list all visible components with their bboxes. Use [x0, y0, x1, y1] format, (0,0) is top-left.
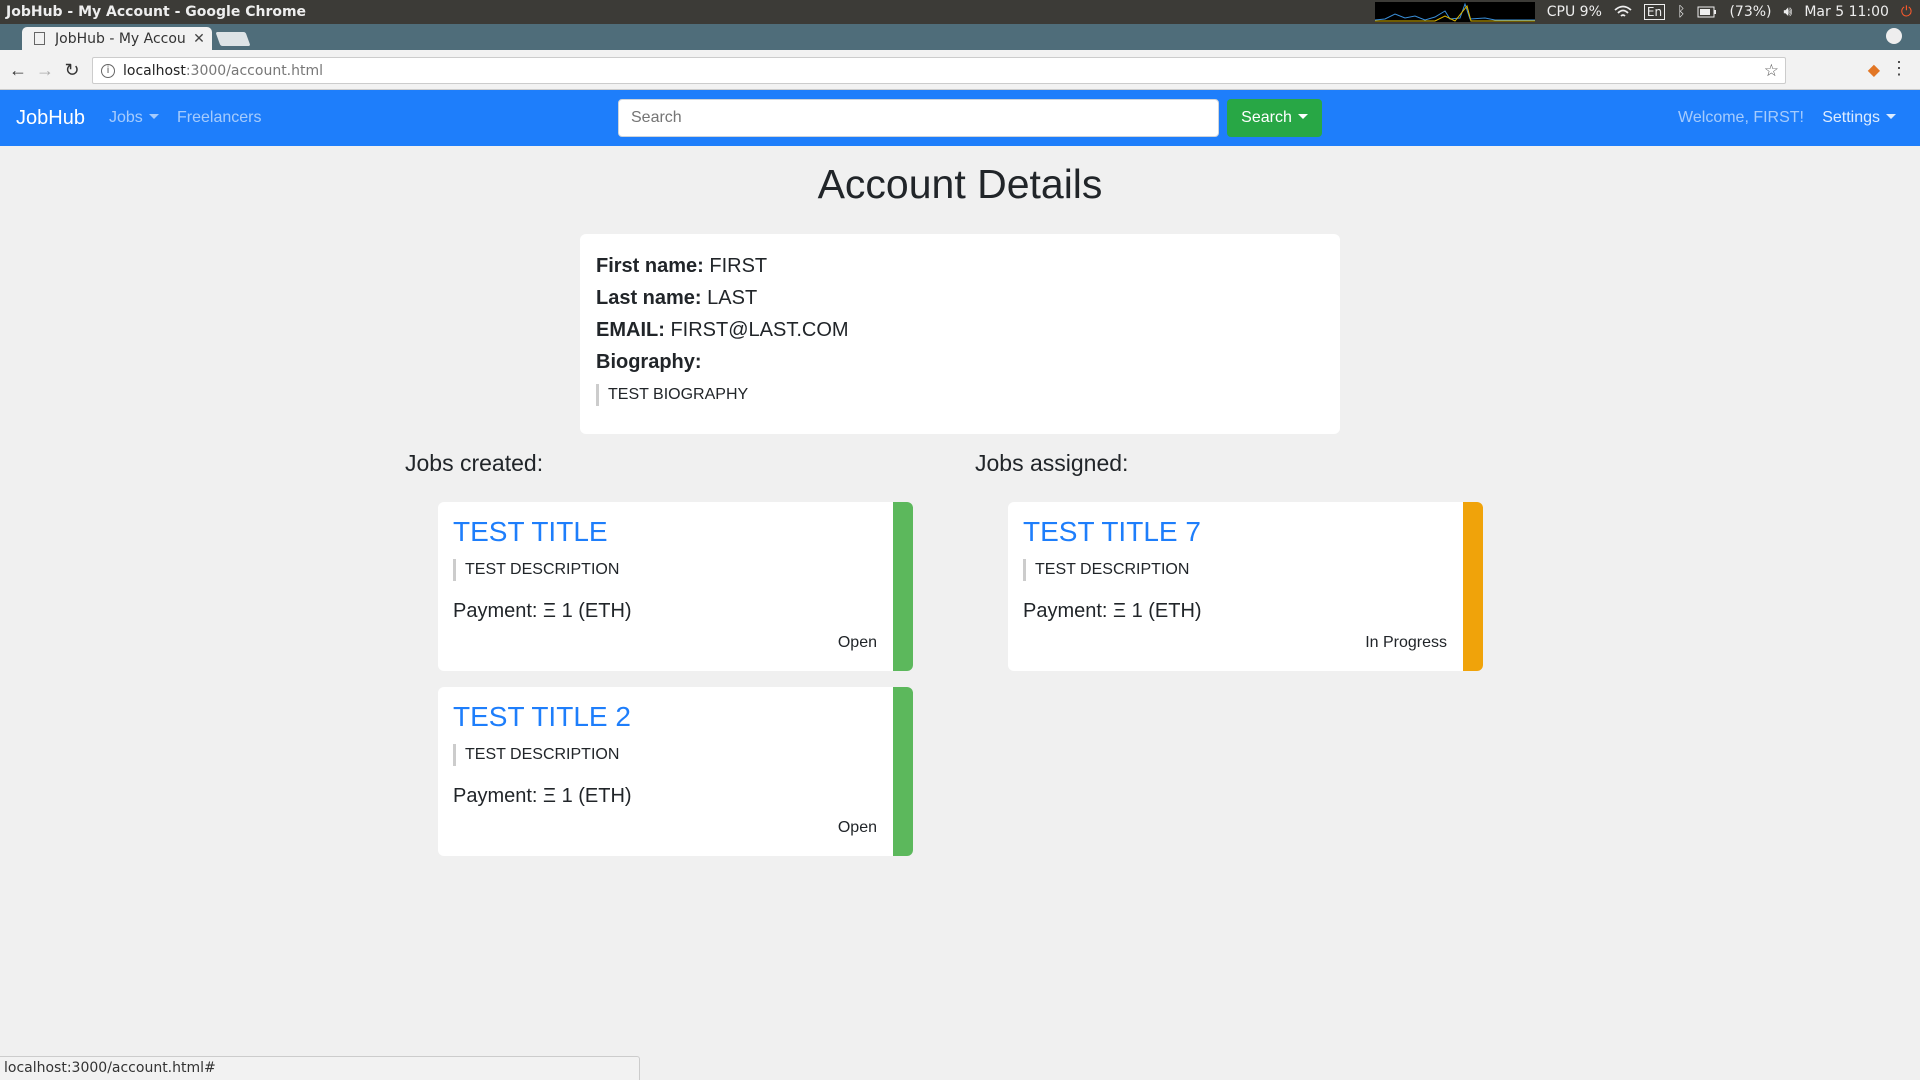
- job-payment: Payment: Ξ 1 (ETH): [1023, 600, 1202, 622]
- site-info-icon[interactable]: i: [101, 63, 115, 78]
- jobs-created-heading: Jobs created:: [405, 450, 544, 476]
- job-description: TEST DESCRIPTION: [453, 744, 619, 766]
- link-status-bar: localhost:3000/account.html#: [0, 1056, 640, 1080]
- account-details-card: First name: FIRST Last name: LAST EMAIL:…: [580, 234, 1340, 434]
- clock[interactable]: Mar 5 11:00: [1804, 4, 1889, 20]
- first-name-row: First name: FIRST: [596, 250, 1324, 282]
- page-title: Account Details: [817, 161, 1103, 207]
- url-path: :3000/account.html: [185, 62, 324, 79]
- status-stripe-in-progress: [1463, 502, 1483, 671]
- bluetooth-icon[interactable]: ᛒ: [1677, 4, 1685, 20]
- url-host: localhost: [123, 62, 186, 79]
- tab-strip: JobHub - My Accou ✕: [0, 24, 1920, 50]
- settings-label: Settings: [1822, 109, 1880, 126]
- profile-icon[interactable]: [1886, 28, 1902, 44]
- search-input[interactable]: [618, 99, 1219, 137]
- last-name-label: Last name:: [596, 287, 702, 309]
- address-bar[interactable]: i localhost:3000/account.html ☆: [92, 57, 1786, 84]
- keyboard-layout-indicator[interactable]: En: [1643, 4, 1666, 20]
- job-description: TEST DESCRIPTION: [453, 559, 619, 581]
- metamask-extension-icon[interactable]: ◆: [1868, 60, 1880, 80]
- volume-icon[interactable]: 🔊︎: [1784, 4, 1793, 20]
- wifi-icon[interactable]: [1614, 5, 1632, 19]
- page-favicon-icon: [34, 32, 45, 45]
- jobs-assigned-heading: Jobs assigned:: [975, 450, 1129, 476]
- chrome-menu-icon[interactable]: ⋮: [1890, 58, 1908, 79]
- freelancers-link[interactable]: Freelancers: [177, 109, 261, 127]
- last-name-value: LAST: [707, 287, 758, 309]
- cpu-label: CPU 9%: [1546, 4, 1602, 20]
- window-title: JobHub - My Account - Google Chrome: [6, 4, 307, 20]
- biography-label: Biography:: [596, 351, 702, 373]
- reload-icon[interactable]: ↻: [62, 60, 82, 80]
- email-label: EMAIL:: [596, 319, 665, 341]
- search-button[interactable]: Search: [1227, 99, 1322, 137]
- biography-row: Biography:: [596, 346, 1324, 378]
- first-name-label: First name:: [596, 255, 704, 277]
- address-row: ← → ↻ i localhost:3000/account.html ☆ ◆ …: [0, 50, 1920, 90]
- power-icon[interactable]: ⏻: [1901, 4, 1912, 20]
- forward-arrow-icon[interactable]: →: [35, 60, 55, 80]
- cpu-graph: [1374, 2, 1535, 22]
- job-payment: Payment: Ξ 1 (ETH): [453, 600, 632, 622]
- search-button-label: Search: [1241, 109, 1292, 126]
- job-title-link[interactable]: TEST TITLE 7: [1023, 516, 1201, 548]
- job-payment: Payment: Ξ 1 (ETH): [453, 785, 632, 807]
- jobs-dropdown[interactable]: Jobs: [109, 109, 159, 127]
- battery-percent: (73%): [1729, 4, 1772, 20]
- job-card[interactable]: TEST TITLE 7 TEST DESCRIPTION Payment: Ξ…: [1008, 502, 1483, 671]
- brand-logo[interactable]: JobHub: [16, 107, 85, 130]
- system-tray: CPU 9% En ᛒ (73%) 🔊︎ Mar 5 11:00 ⏻: [1374, 0, 1912, 24]
- status-stripe-open: [893, 687, 913, 856]
- browser-tab[interactable]: JobHub - My Accou ✕: [22, 27, 212, 50]
- job-card[interactable]: TEST TITLE TEST DESCRIPTION Payment: Ξ 1…: [438, 502, 913, 671]
- job-status: Open: [837, 634, 877, 651]
- email-row: EMAIL: FIRST@LAST.COM: [596, 314, 1324, 346]
- first-name-value: FIRST: [709, 255, 768, 277]
- job-card[interactable]: TEST TITLE 2 TEST DESCRIPTION Payment: Ξ…: [438, 687, 913, 856]
- job-title-link[interactable]: TEST TITLE: [453, 516, 608, 548]
- jobs-label: Jobs: [109, 109, 143, 126]
- welcome-text: Welcome, FIRST!: [1678, 109, 1804, 126]
- app-navbar: JobHub Jobs Freelancers Search Welcome, …: [0, 90, 1920, 146]
- job-title-link[interactable]: TEST TITLE 2: [453, 701, 631, 733]
- settings-dropdown[interactable]: Settings: [1822, 109, 1896, 127]
- biography-text: TEST BIOGRAPHY: [596, 384, 1324, 406]
- email-value: FIRST@LAST.COM: [670, 319, 849, 341]
- status-stripe-open: [893, 502, 913, 671]
- last-name-row: Last name: LAST: [596, 282, 1324, 314]
- bookmark-star-icon[interactable]: ☆: [1764, 61, 1779, 81]
- job-status: In Progress: [1365, 634, 1447, 651]
- battery-icon[interactable]: [1697, 6, 1717, 18]
- job-description: TEST DESCRIPTION: [1023, 559, 1189, 581]
- close-tab-icon[interactable]: ✕: [190, 31, 208, 47]
- new-tab-button[interactable]: [215, 32, 251, 46]
- back-arrow-icon[interactable]: ←: [8, 60, 28, 80]
- os-top-bar: JobHub - My Account - Google Chrome CPU …: [0, 0, 1920, 24]
- tab-title: JobHub - My Accou: [55, 30, 186, 47]
- job-status: Open: [837, 819, 877, 836]
